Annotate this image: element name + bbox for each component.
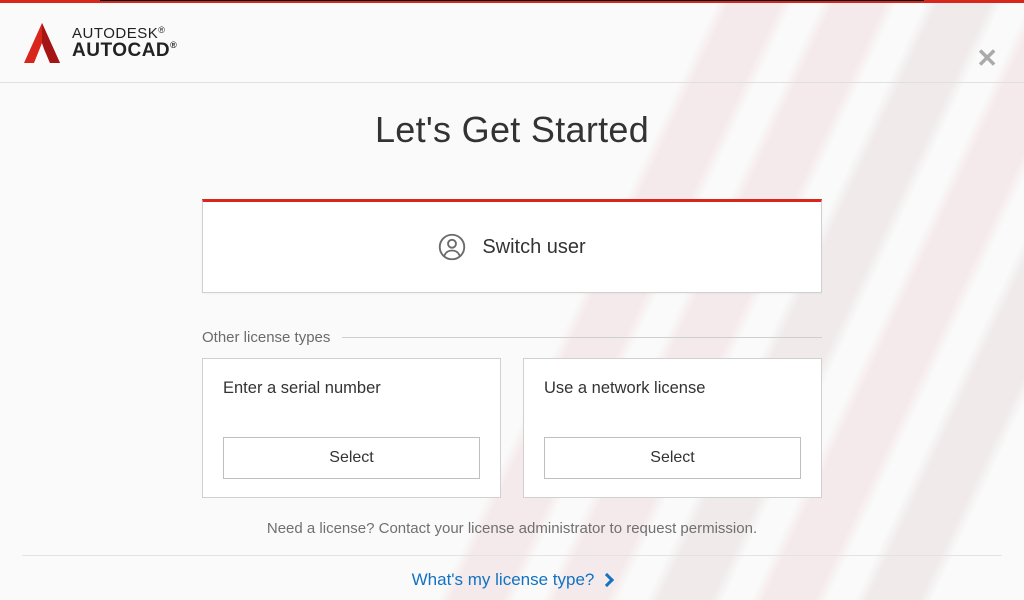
header: AUTODESK® AUTOCAD® ✕ xyxy=(0,3,1024,83)
brand-line2: AUTOCAD® xyxy=(72,41,177,60)
brand-text: AUTODESK® AUTOCAD® xyxy=(72,26,177,60)
chevron-right-icon xyxy=(600,573,614,587)
switch-user-card[interactable]: Switch user xyxy=(202,199,822,293)
help-license-type-link[interactable]: What's my license type? xyxy=(412,570,613,590)
registered-mark: ® xyxy=(158,25,165,35)
network-license-select-button[interactable]: Select xyxy=(544,437,801,479)
license-options-row: Enter a serial number Select Use a netwo… xyxy=(202,358,822,498)
user-icon xyxy=(438,233,466,261)
network-license-title: Use a network license xyxy=(544,379,801,398)
main-content: Let's Get Started Switch user Other lice… xyxy=(0,83,1024,590)
divider xyxy=(342,337,822,338)
bottom-divider xyxy=(22,555,1002,556)
switch-user-label: Switch user xyxy=(482,236,585,259)
autocad-a-icon xyxy=(22,21,62,65)
need-license-text: Need a license? Contact your license adm… xyxy=(267,520,757,537)
serial-number-title: Enter a serial number xyxy=(223,379,480,398)
top-dark-strip xyxy=(100,0,924,1)
network-license-card: Use a network license Select xyxy=(523,358,822,498)
serial-number-card: Enter a serial number Select xyxy=(202,358,501,498)
close-button[interactable]: ✕ xyxy=(976,45,998,71)
serial-number-select-button[interactable]: Select xyxy=(223,437,480,479)
other-license-label: Other license types xyxy=(202,329,330,346)
registered-mark: ® xyxy=(170,40,177,50)
brand-line1: AUTODESK® xyxy=(72,26,177,41)
help-link-text: What's my license type? xyxy=(412,570,595,590)
brand-logo: AUTODESK® AUTOCAD® xyxy=(22,21,177,65)
brand-line2-text: AUTOCAD xyxy=(72,40,170,61)
other-license-header: Other license types xyxy=(202,329,822,346)
page-title: Let's Get Started xyxy=(375,109,649,151)
